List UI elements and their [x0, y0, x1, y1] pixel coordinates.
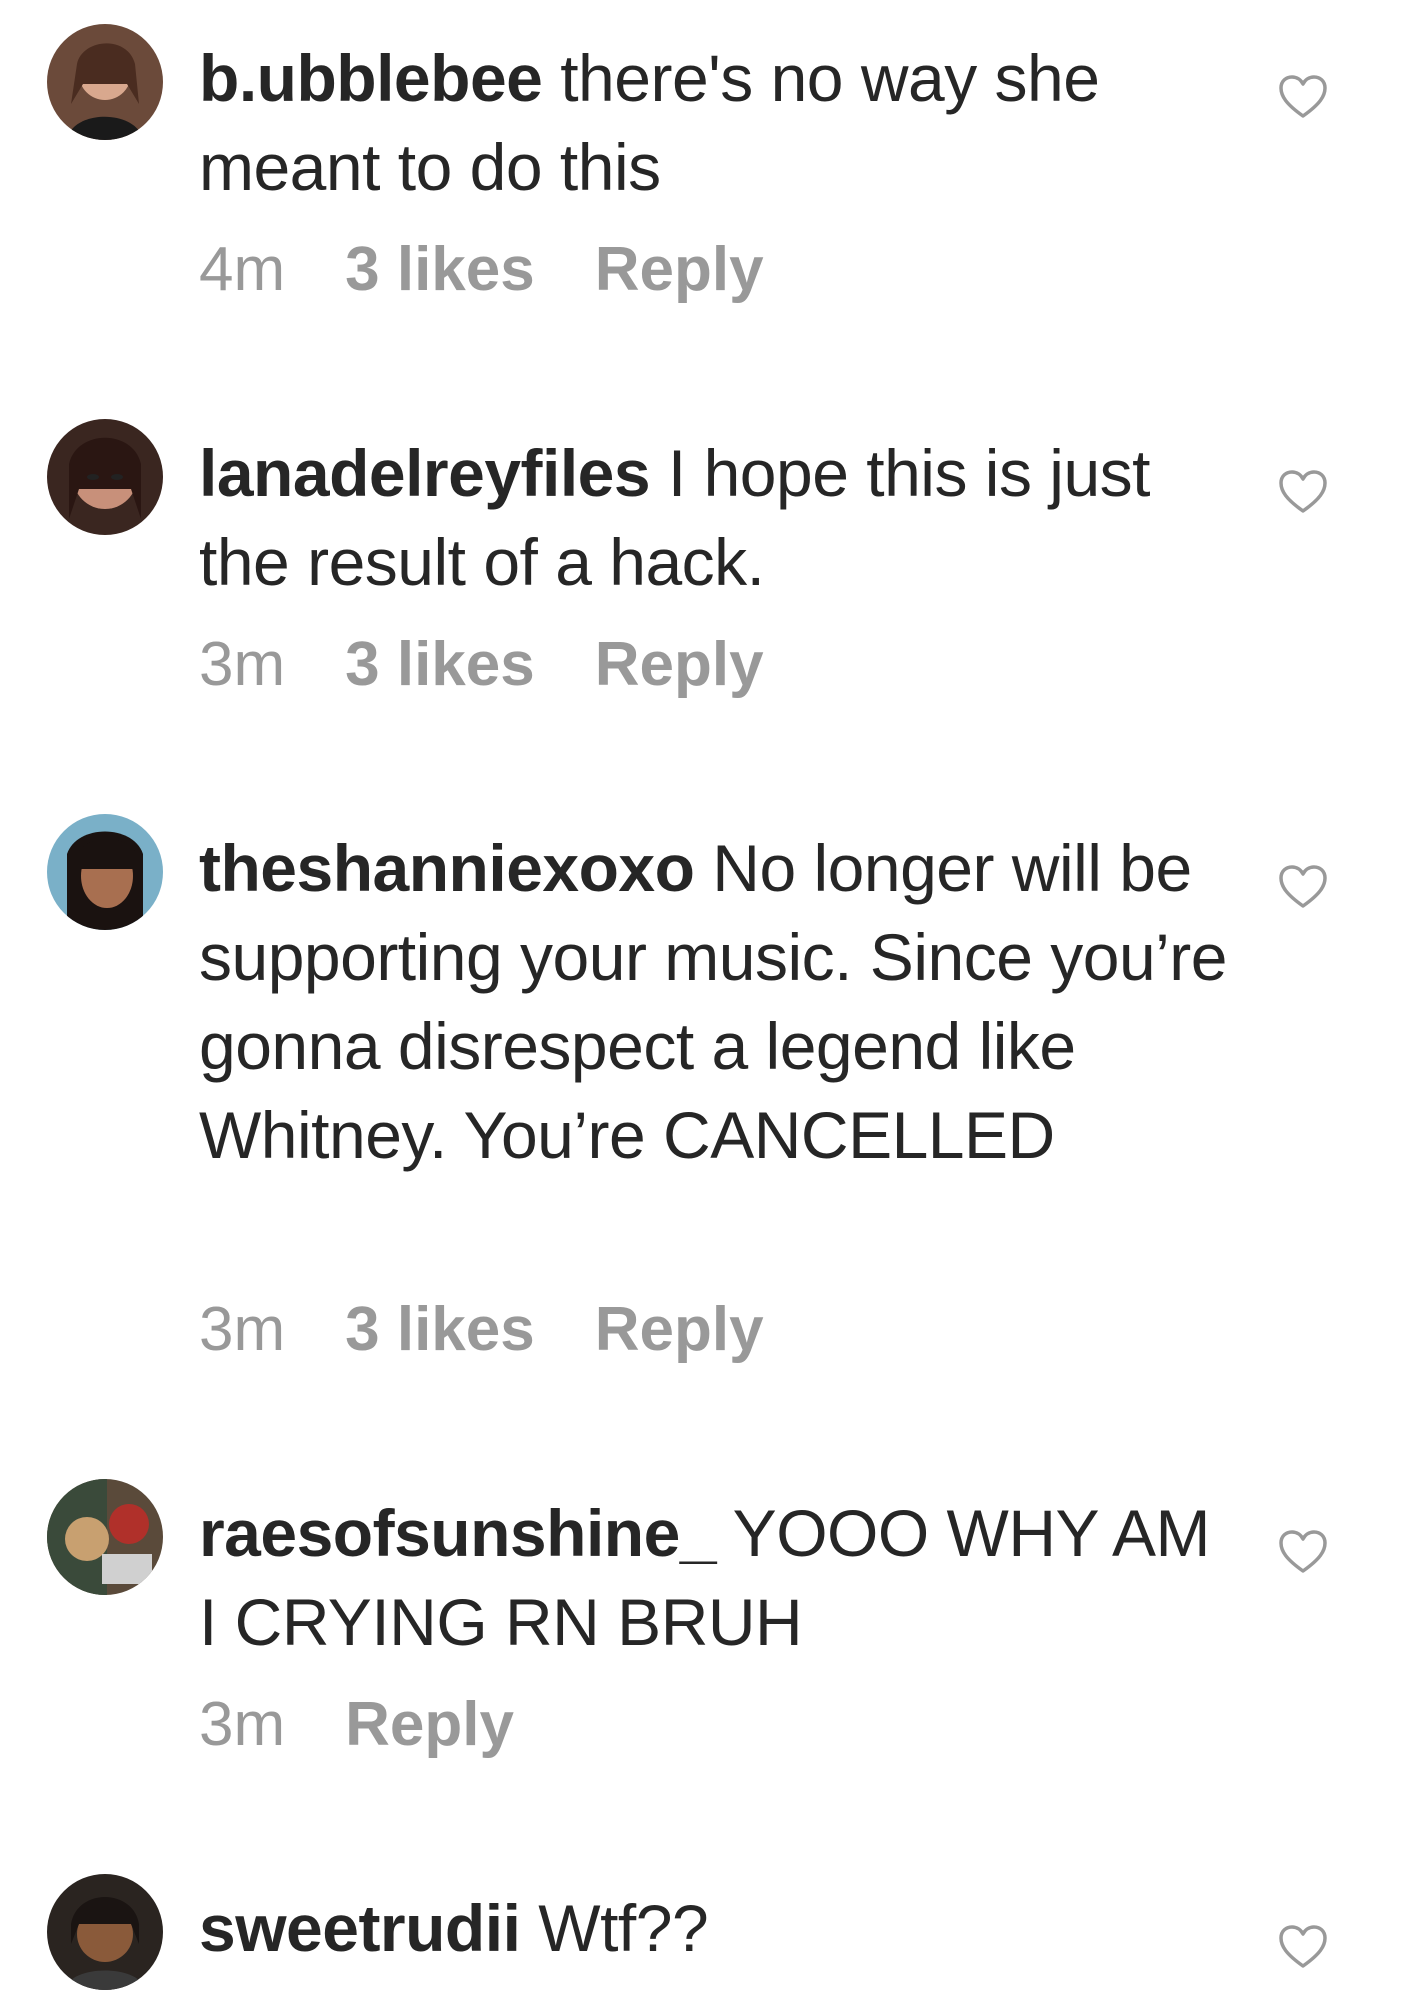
reply-button[interactable]: Reply — [595, 1295, 764, 1364]
avatar[interactable] — [47, 419, 163, 535]
comment-meta: 3m Reply — [199, 1689, 574, 1760]
comment-meta: 4m 3 likes Reply — [199, 234, 824, 305]
reply-button[interactable]: Reply — [595, 630, 764, 699]
comment-text: b.ubblebee there's no way she meant to d… — [199, 34, 1229, 212]
comment-time: 3m — [199, 1295, 286, 1364]
heart-outline-icon[interactable] — [1278, 1529, 1328, 1575]
comment-text: lanadelreyfiles I hope this is just the … — [199, 429, 1229, 607]
comment-text: raesofsunshine_ YOOO WHY AM I CRYING RN … — [199, 1489, 1229, 1667]
avatar[interactable] — [47, 24, 163, 140]
heart-outline-icon[interactable] — [1278, 864, 1328, 910]
heart-outline-icon[interactable] — [1278, 469, 1328, 515]
comment-body: Wtf?? — [520, 1891, 709, 1965]
comment-time: 3m — [199, 630, 286, 699]
comment-username[interactable]: raesofsunshine_ — [199, 1496, 717, 1570]
comment-likes[interactable]: 3 likes — [345, 235, 535, 304]
reply-button[interactable]: Reply — [595, 235, 764, 304]
comment-time: 3m — [199, 1690, 286, 1759]
heart-outline-icon[interactable] — [1278, 74, 1328, 120]
comment-likes[interactable]: 3 likes — [345, 630, 535, 699]
avatar[interactable] — [47, 1479, 163, 1595]
comment-likes[interactable]: 3 likes — [345, 1295, 535, 1364]
comment-meta: 3m 3 likes Reply — [199, 1294, 824, 1365]
comment-username[interactable]: sweetrudii — [199, 1891, 521, 1965]
comment-username[interactable]: lanadelreyfiles — [199, 436, 651, 510]
comment-text: theshanniexoxo No longer will be support… — [199, 824, 1229, 1180]
comment-time: 4m — [199, 235, 286, 304]
avatar[interactable] — [47, 814, 163, 930]
comment-text: sweetrudii Wtf?? — [199, 1884, 1229, 1973]
reply-button[interactable]: Reply — [345, 1690, 514, 1759]
comment-username[interactable]: theshanniexoxo — [199, 831, 695, 905]
comment-username[interactable]: b.ubblebee — [199, 41, 543, 115]
comment-meta: 3m 3 likes Reply — [199, 629, 824, 700]
heart-outline-icon[interactable] — [1278, 1924, 1328, 1970]
avatar[interactable] — [47, 1874, 163, 1990]
